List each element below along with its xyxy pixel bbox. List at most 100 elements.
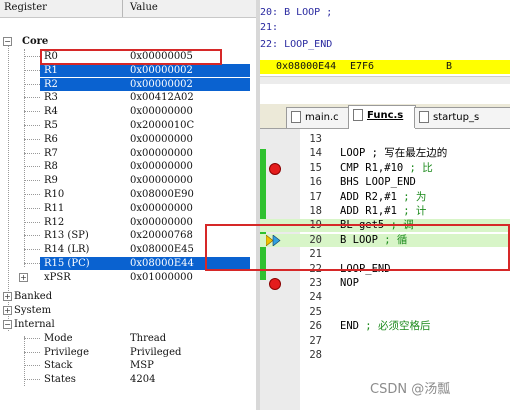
register-name: R13 (SP) — [44, 230, 89, 242]
register-value[interactable]: 0x00000002 — [130, 78, 193, 91]
register-value[interactable]: 0x00000000 — [130, 133, 193, 146]
code-line[interactable]: 13 — [260, 133, 510, 146]
register-value[interactable]: 0x08000E44 — [130, 257, 194, 270]
system-label: System — [14, 305, 52, 316]
code-line[interactable]: 26 END ; 必须空格后 — [260, 320, 510, 333]
internal-row[interactable]: Mode Thread — [0, 332, 256, 345]
internal-name: Mode — [44, 333, 73, 344]
code-line[interactable]: 17 ADD R2,#1 ; 为 — [260, 191, 510, 204]
expand-icon[interactable]: + — [3, 306, 12, 315]
collapse-icon[interactable]: − — [3, 37, 12, 46]
code-line[interactable]: 15 CMP R1,#10 ; 比 — [260, 162, 510, 175]
register-name: R4 — [44, 106, 58, 118]
pc-opcode: E7F6 — [350, 61, 375, 72]
tab-label: Func.s — [367, 110, 404, 121]
code-line[interactable]: 27 — [260, 335, 510, 348]
line-number: 23 — [309, 277, 322, 289]
register-row[interactable]: R8 0x00000000 — [0, 160, 256, 173]
internal-value: Privileged — [130, 346, 182, 358]
register-value[interactable]: 0x2000010C — [130, 119, 194, 132]
pc-address: 0x08000E44 — [276, 61, 337, 72]
tab-main-c[interactable]: main.c — [286, 107, 350, 128]
register-name: R7 — [44, 147, 58, 159]
register-row[interactable]: R2 0x00000002 — [0, 77, 256, 91]
line-number: 15 — [309, 161, 322, 174]
internal-name: Stack — [44, 360, 73, 371]
line-number: 24 — [309, 291, 322, 304]
register-name: R2 — [44, 78, 58, 90]
code-line[interactable]: 14 LOOP ; 写在最左边的 — [260, 147, 510, 160]
code-line[interactable]: 18 ADD R1,#1 ; 计 — [260, 205, 510, 218]
register-value[interactable]: 0x00000000 — [130, 216, 193, 229]
collapse-icon[interactable]: − — [3, 320, 12, 329]
register-name: R5 — [44, 120, 58, 131]
tree-group-banked[interactable]: + Banked — [0, 290, 256, 303]
register-value[interactable]: 0x01000000 — [130, 271, 193, 284]
disasm-horizontal-scrollbar[interactable] — [260, 76, 510, 84]
internal-row[interactable]: States 4204 — [0, 373, 256, 386]
tab-funcs-s[interactable]: Func.s — [348, 105, 416, 129]
code-line[interactable]: 23 NOP — [260, 277, 510, 290]
register-row[interactable]: R1 0x00000002 — [0, 63, 256, 77]
tab-label: main.c — [305, 112, 339, 123]
registers-header: Register Value — [0, 0, 256, 18]
current-instruction-bar[interactable]: 0x08000E44 E7F6 B — [260, 60, 510, 74]
code-text: CMP R1,#10 ; 比 — [340, 161, 433, 174]
internal-label: Internal — [14, 319, 55, 330]
register-name: R6 — [44, 133, 58, 145]
register-row[interactable]: + xPSR 0x01000000 — [0, 271, 256, 284]
internal-row[interactable]: Privilege Privileged — [0, 346, 256, 359]
tree-group-core[interactable]: − Core — [0, 35, 256, 48]
register-row[interactable]: R3 0x00412A02 — [0, 91, 256, 104]
register-name: R14 (LR) — [44, 244, 90, 256]
line-number: 27 — [309, 334, 322, 347]
register-value[interactable]: 0x00412A02 — [130, 91, 194, 104]
register-row[interactable]: R11 0x00000000 — [0, 202, 256, 215]
code-highlight-box — [205, 224, 510, 271]
code-line[interactable]: 24 — [260, 291, 510, 304]
code-line[interactable]: 16 BHS LOOP_END — [260, 176, 510, 189]
register-row[interactable]: R4 0x00000000 — [0, 105, 256, 118]
register-value[interactable]: 0x20000768 — [130, 229, 193, 242]
line-number: 25 — [309, 305, 322, 318]
register-name: R12 — [44, 216, 65, 228]
code-line[interactable]: 28 — [260, 349, 510, 362]
register-value[interactable]: 0x00000002 — [130, 64, 193, 77]
value-column-header[interactable]: Value — [130, 2, 158, 13]
disasm-line-21: 21: — [260, 22, 279, 33]
line-number: 26 — [309, 320, 322, 333]
pc-instruction: B — [446, 61, 453, 72]
expand-icon[interactable]: + — [3, 292, 12, 301]
tab-label: startup_s — [433, 112, 480, 123]
file-icon — [291, 111, 301, 123]
register-value[interactable]: 0x00000000 — [130, 202, 193, 215]
tree-group-system[interactable]: + System — [0, 304, 256, 317]
register-name: R9 — [44, 175, 58, 187]
expand-icon[interactable]: + — [19, 272, 28, 282]
disasm-line-20: 20: B LOOP ; — [260, 7, 333, 18]
code-text: ADD R2,#1 ; 为 — [340, 190, 427, 203]
register-row[interactable]: R6 0x00000000 — [0, 133, 256, 146]
register-value[interactable]: 0x00000000 — [130, 160, 193, 173]
register-name: R10 — [44, 189, 65, 200]
internal-row[interactable]: Stack MSP — [0, 359, 256, 372]
register-row[interactable]: R10 0x08000E90 — [0, 188, 256, 201]
register-row[interactable]: R9 0x00000000 — [0, 174, 256, 187]
register-value[interactable]: 0x00000000 — [130, 147, 193, 160]
register-row[interactable]: R5 0x2000010C — [0, 119, 256, 132]
internal-value: 4204 — [130, 373, 156, 385]
register-value[interactable]: 0x08000E45 — [130, 243, 194, 256]
banked-label: Banked — [14, 291, 53, 302]
disassembly-panel: 20: B LOOP ; 21: 22: LOOP_END 0x08000E44… — [260, 0, 510, 84]
register-row[interactable]: R7 0x00000000 — [0, 147, 256, 160]
register-name: xPSR — [44, 271, 71, 283]
disasm-line-22: 22: LOOP_END — [260, 39, 333, 50]
register-value[interactable]: 0x00000000 — [130, 105, 193, 118]
register-value[interactable]: 0x00000000 — [130, 174, 193, 187]
register-value[interactable]: 0x08000E90 — [130, 188, 194, 201]
tab-startup[interactable]: startup_s — [414, 107, 510, 128]
code-line[interactable]: 25 — [260, 306, 510, 319]
tree-group-internal[interactable]: − Internal — [0, 318, 256, 331]
register-column-header[interactable]: Register — [4, 2, 47, 13]
file-icon — [419, 111, 429, 123]
